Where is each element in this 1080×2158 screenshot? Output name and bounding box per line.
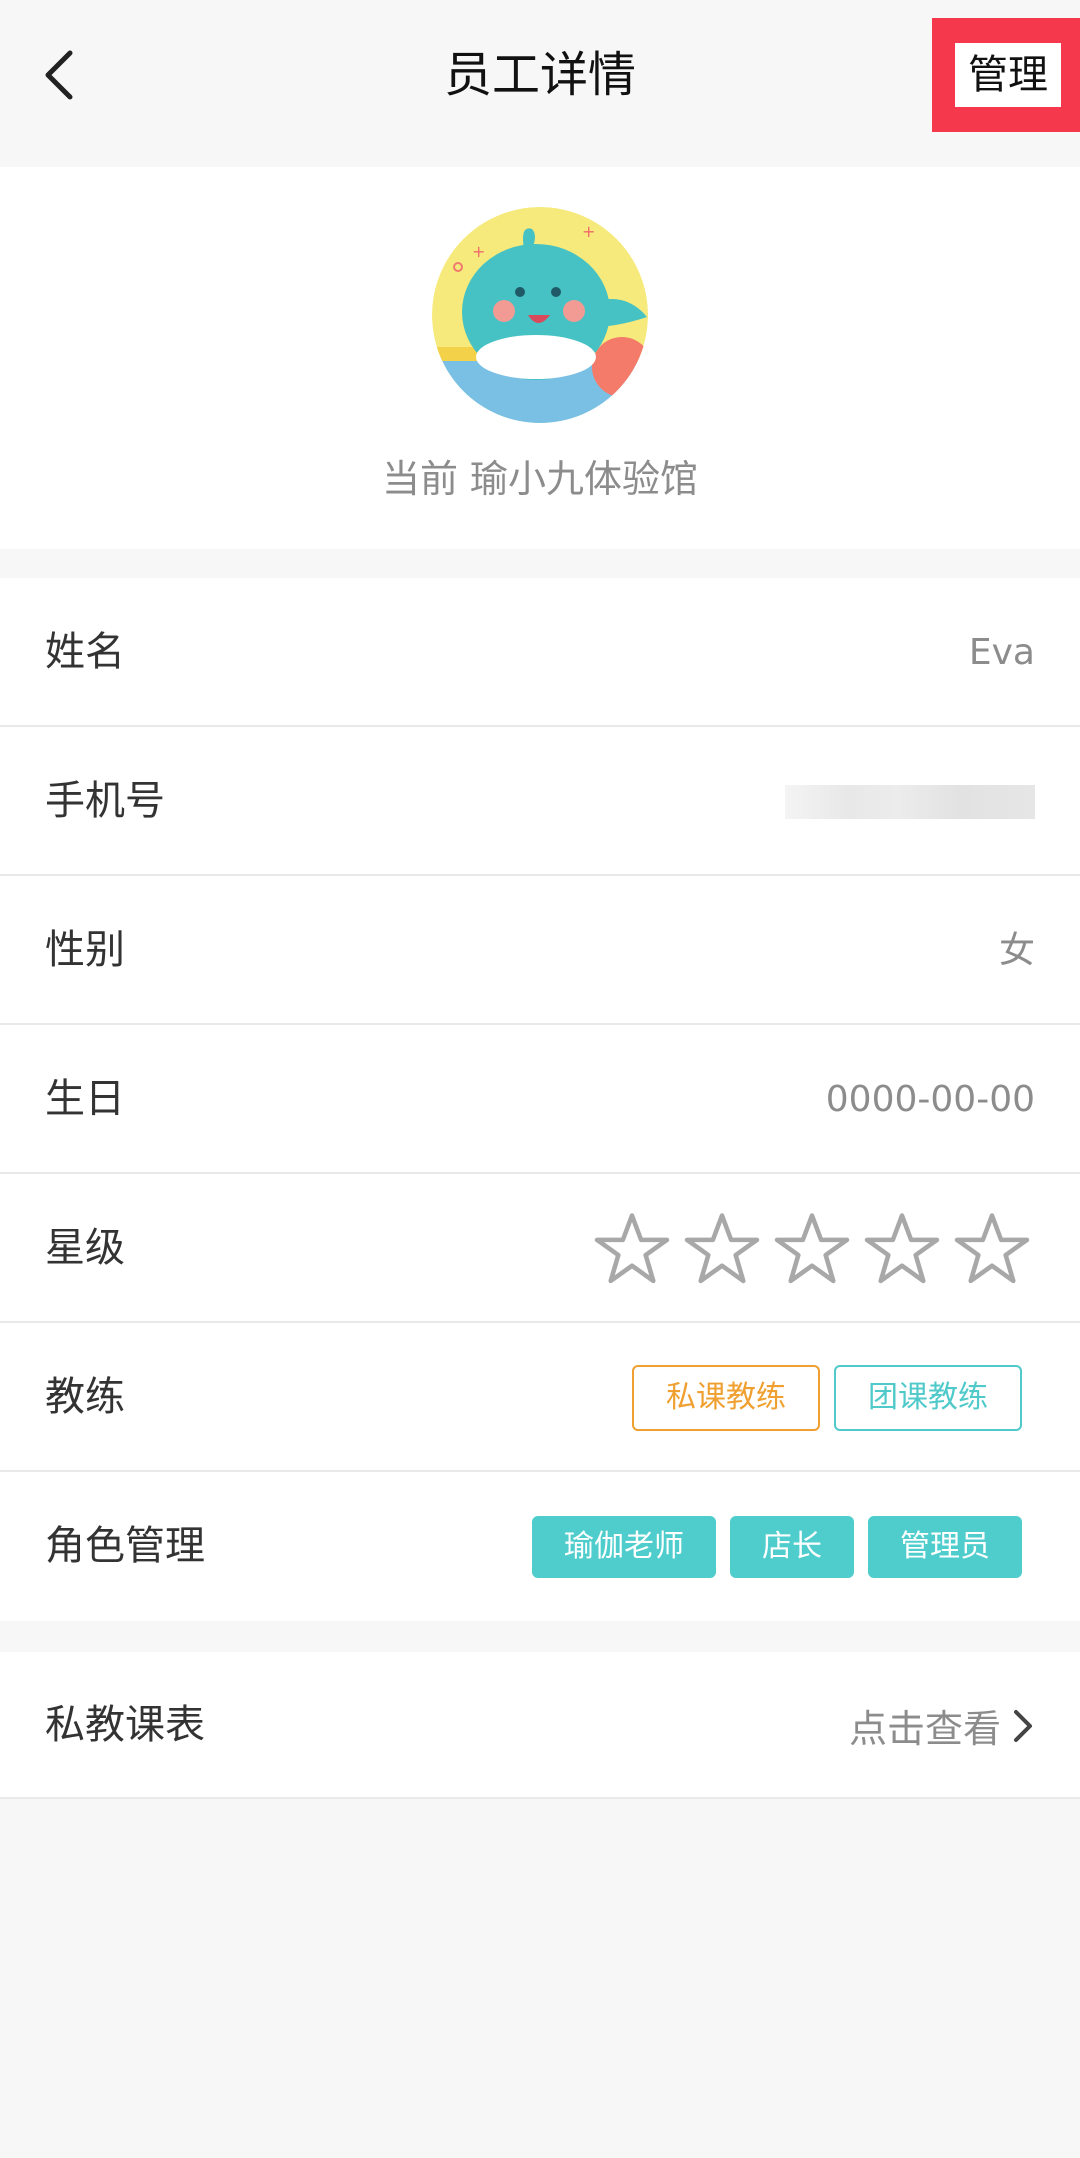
role-tags: 瑜伽老师 店长 管理员 xyxy=(532,1472,1022,1621)
star-icon[interactable] xyxy=(954,1211,1030,1287)
list-item-phone: 手机号 xyxy=(0,727,1080,876)
gender-value: 女 xyxy=(998,930,1035,971)
star-icon[interactable] xyxy=(684,1211,760,1287)
store-caption: 当前 瑜小九体验馆 xyxy=(381,457,699,501)
name-label: 姓名 xyxy=(45,629,125,675)
phone-value-redacted xyxy=(785,785,1035,819)
list-item-coach: 教练 私课教练 团课教练 xyxy=(0,1323,1080,1472)
rating-label: 星级 xyxy=(45,1225,125,1271)
list-item-rating: 星级 xyxy=(0,1174,1080,1323)
list-item-name: 姓名 Eva xyxy=(0,578,1080,727)
employee-info-list: 姓名 Eva 手机号 性别 女 生日 0000-00-00 星级 教练 私课教练… xyxy=(0,578,1080,1621)
profile-card: + + 当前 瑜小九体验馆 xyxy=(0,167,1080,549)
list-item-roles: 角色管理 瑜伽老师 店长 管理员 xyxy=(0,1472,1080,1621)
top-nav-bar: 员工详情 管理 xyxy=(0,0,1080,140)
list-item-gender: 性别 女 xyxy=(0,876,1080,1025)
coach-tag-private[interactable]: 私课教练 xyxy=(632,1364,820,1431)
role-tag-admin[interactable]: 管理员 xyxy=(868,1515,1022,1578)
roles-label: 角色管理 xyxy=(45,1523,205,1569)
star-icon[interactable] xyxy=(864,1211,940,1287)
star-icon[interactable] xyxy=(594,1211,670,1287)
svg-text:+: + xyxy=(582,222,595,241)
schedule-label: 私教课表 xyxy=(45,1702,205,1748)
svg-text:+: + xyxy=(472,242,485,261)
role-tag-yoga-teacher[interactable]: 瑜伽老师 xyxy=(532,1515,716,1578)
star-rating[interactable] xyxy=(594,1211,1030,1287)
list-item-birthday: 生日 0000-00-00 xyxy=(0,1025,1080,1174)
coach-tags: 私课教练 团课教练 xyxy=(632,1323,1022,1472)
birthday-label: 生日 xyxy=(45,1076,125,1122)
avatar: + + xyxy=(432,207,648,423)
role-tag-store-manager[interactable]: 店长 xyxy=(730,1515,854,1578)
coach-label: 教练 xyxy=(45,1374,125,1420)
chevron-right-icon xyxy=(1014,1709,1032,1742)
whale-avatar-icon: + + xyxy=(432,207,648,423)
page-title: 员工详情 xyxy=(443,47,636,103)
view-schedule-link[interactable]: 点击查看 xyxy=(849,1652,1035,1799)
employee-detail-page: 员工详情 管理 + + 当前 瑜小九体验馆 姓名 Eva 手机号 性别 女 生日… xyxy=(0,0,1080,2158)
phone-label: 手机号 xyxy=(45,778,165,824)
name-value: Eva xyxy=(968,632,1035,673)
view-schedule-label: 点击查看 xyxy=(848,1707,1001,1751)
birthday-value: 0000-00-00 xyxy=(825,1079,1035,1120)
coach-tag-group[interactable]: 团课教练 xyxy=(834,1364,1022,1431)
gender-label: 性别 xyxy=(45,927,125,973)
star-icon[interactable] xyxy=(774,1211,850,1287)
manage-button[interactable]: 管理 xyxy=(955,43,1061,107)
private-schedule-row[interactable]: 私教课表 点击查看 xyxy=(0,1652,1080,1799)
